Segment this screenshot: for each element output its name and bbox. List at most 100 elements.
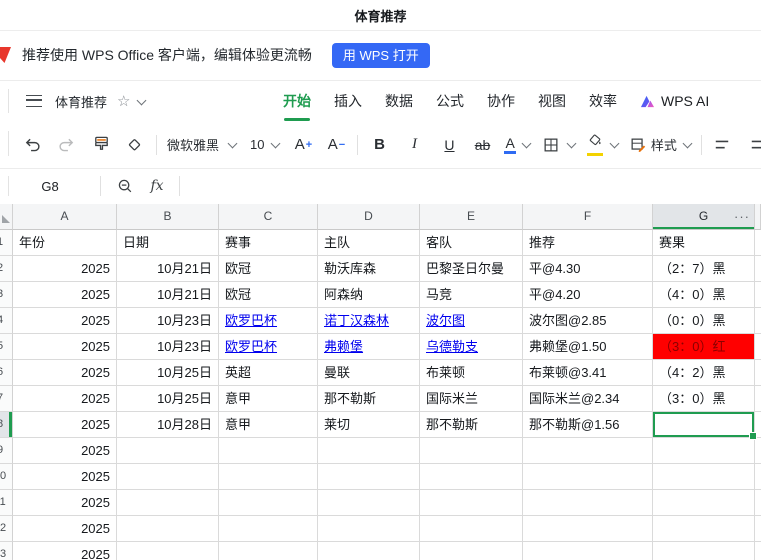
row-header-12[interactable]: 12: [0, 516, 13, 542]
hamburger-menu-icon[interactable]: [26, 95, 42, 107]
cell-E3[interactable]: 马竞: [420, 282, 523, 308]
cell-F11[interactable]: [523, 490, 653, 516]
cell-B2[interactable]: 10月21日: [117, 256, 219, 282]
zoom-out-button[interactable]: [115, 173, 135, 199]
hyperlink[interactable]: 欧罗巴杯: [225, 339, 277, 354]
format-painter-button[interactable]: [91, 132, 111, 158]
cell-B13[interactable]: [117, 542, 219, 560]
cell-G3[interactable]: （4：0）黑: [653, 282, 755, 308]
cell-A7[interactable]: 2025: [13, 386, 117, 412]
cell-G10[interactable]: [653, 464, 755, 490]
cell-E5[interactable]: 乌德勒支: [420, 334, 523, 360]
hyperlink[interactable]: 乌德勒支: [426, 339, 478, 354]
cell-D3[interactable]: 阿森纳: [318, 282, 420, 308]
cell-F3[interactable]: 平@4.20: [523, 282, 653, 308]
cell-D5[interactable]: 弗赖堡: [318, 334, 420, 360]
cell-G13[interactable]: [653, 542, 755, 560]
cell-B4[interactable]: 10月23日: [117, 308, 219, 334]
title-chevron-down-icon[interactable]: [137, 95, 147, 105]
open-in-wps-button[interactable]: 用 WPS 打开: [331, 42, 430, 68]
cell-G2[interactable]: （2：7）黑: [653, 256, 755, 282]
cell-D1[interactable]: 主队: [318, 230, 420, 256]
cell-G5[interactable]: （3：0）红: [653, 334, 755, 360]
cell-F6[interactable]: 布莱顿@3.41: [523, 360, 653, 386]
cell-C12[interactable]: [219, 516, 318, 542]
underline-button[interactable]: U: [439, 132, 459, 158]
cell-C11[interactable]: [219, 490, 318, 516]
cell-F1[interactable]: 推荐: [523, 230, 653, 256]
column-header-C[interactable]: C: [219, 204, 318, 230]
cell-F8[interactable]: 那不勒斯@1.56: [523, 412, 653, 438]
cell-G4[interactable]: （0：0）黑: [653, 308, 755, 334]
cell-B11[interactable]: [117, 490, 219, 516]
tab-formulas[interactable]: 公式: [436, 91, 464, 111]
decrease-font-button[interactable]: A −: [326, 132, 346, 158]
align-center-button[interactable]: [748, 132, 761, 158]
cell-D2[interactable]: 勒沃库森: [318, 256, 420, 282]
row-header-3[interactable]: 3: [0, 282, 13, 308]
cell-A11[interactable]: 2025: [13, 490, 117, 516]
cell-E11[interactable]: [420, 490, 523, 516]
formula-input[interactable]: [180, 168, 761, 204]
cell-C1[interactable]: 赛事: [219, 230, 318, 256]
cell-D7[interactable]: 那不勒斯: [318, 386, 420, 412]
cell-G9[interactable]: [653, 438, 755, 464]
cell-C4[interactable]: 欧罗巴杯: [219, 308, 318, 334]
cell-A2[interactable]: 2025: [13, 256, 117, 282]
cell-G8-selected[interactable]: [653, 412, 757, 440]
tab-home[interactable]: 开始: [283, 91, 311, 121]
hyperlink[interactable]: 欧罗巴杯: [225, 313, 277, 328]
cell-style-button[interactable]: 样式: [629, 132, 693, 158]
tab-wps-ai[interactable]: WPS AI: [640, 93, 709, 109]
cell-G1[interactable]: 赛果: [653, 230, 755, 256]
cell-B6[interactable]: 10月25日: [117, 360, 219, 386]
font-color-button[interactable]: A: [504, 132, 532, 158]
column-header-F[interactable]: F: [523, 204, 653, 230]
cell-A10[interactable]: 2025: [13, 464, 117, 490]
cell-E4[interactable]: 波尔图: [420, 308, 523, 334]
tab-data[interactable]: 数据: [385, 91, 413, 111]
align-left-button[interactable]: [712, 132, 732, 158]
cell-E13[interactable]: [420, 542, 523, 560]
cell-D13[interactable]: [318, 542, 420, 560]
cell-E7[interactable]: 国际米兰: [420, 386, 523, 412]
bold-button[interactable]: B: [369, 132, 389, 158]
cell-B5[interactable]: 10月23日: [117, 334, 219, 360]
column-header-A[interactable]: A: [13, 204, 117, 230]
cell-F4[interactable]: 波尔图@2.85: [523, 308, 653, 334]
cell-A9[interactable]: 2025: [13, 438, 117, 464]
row-header-1[interactable]: 1: [0, 230, 13, 256]
select-all-corner[interactable]: [0, 204, 13, 230]
cell-B8[interactable]: 10月28日: [117, 412, 219, 438]
cell-A12[interactable]: 2025: [13, 516, 117, 542]
more-columns-button[interactable]: ···: [734, 204, 750, 229]
cell-A13[interactable]: 2025: [13, 542, 117, 560]
cell-D6[interactable]: 曼联: [318, 360, 420, 386]
cell-D11[interactable]: [318, 490, 420, 516]
cell-B7[interactable]: 10月25日: [117, 386, 219, 412]
cell-C6[interactable]: 英超: [219, 360, 318, 386]
cell-D4[interactable]: 诺丁汉森林: [318, 308, 420, 334]
cell-A3[interactable]: 2025: [13, 282, 117, 308]
column-header-D[interactable]: D: [318, 204, 420, 230]
cell-C9[interactable]: [219, 438, 318, 464]
cell-G6[interactable]: （4：2）黑: [653, 360, 755, 386]
cell-A5[interactable]: 2025: [13, 334, 117, 360]
cell-C7[interactable]: 意甲: [219, 386, 318, 412]
increase-font-button[interactable]: A +: [293, 132, 313, 158]
cell-B1[interactable]: 日期: [117, 230, 219, 256]
row-header-6[interactable]: 6: [0, 360, 13, 386]
row-header-5[interactable]: 5: [0, 334, 13, 360]
cell-C13[interactable]: [219, 542, 318, 560]
row-header-8[interactable]: 8: [0, 412, 13, 438]
cell-E6[interactable]: 布莱顿: [420, 360, 523, 386]
font-name-select[interactable]: 微软雅黑: [167, 132, 238, 158]
hyperlink[interactable]: 诺丁汉森林: [324, 313, 389, 328]
column-header-G[interactable]: G ···: [653, 204, 755, 230]
cell-F7[interactable]: 国际米兰@2.34: [523, 386, 653, 412]
cell-F9[interactable]: [523, 438, 653, 464]
row-header-2[interactable]: 2: [0, 256, 13, 282]
cell-D8[interactable]: 莱切: [318, 412, 420, 438]
cell-B10[interactable]: [117, 464, 219, 490]
insert-function-button[interactable]: fx: [147, 173, 167, 199]
